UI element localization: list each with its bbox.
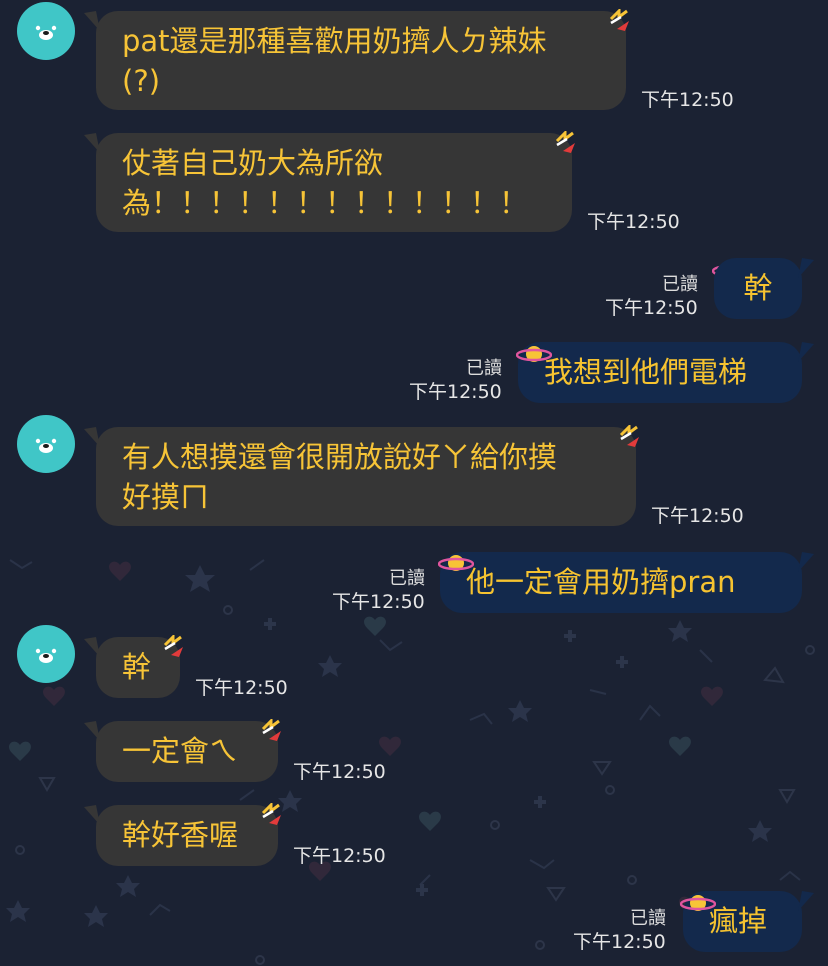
bear-face-avatar-icon <box>35 438 57 453</box>
outgoing-message-bubble[interactable]: 他一定會用奶擠pran <box>440 552 814 613</box>
bubble-tail <box>84 805 100 825</box>
message-text: 仗著自己奶大為所欲 為！！！！！！！！！！！！！ <box>122 146 529 220</box>
message-time: 下午12:50 <box>641 89 734 111</box>
incoming-message-bubble[interactable]: 有人想摸還會很開放說好ㄚ給你摸 好摸ㄇ <box>84 427 636 526</box>
bubble-tail <box>84 133 100 153</box>
outgoing-message-bubble[interactable]: 幹 <box>714 258 814 319</box>
message-time: 下午12:50 <box>293 845 386 867</box>
planet-deco-icon <box>516 346 552 362</box>
lightning-bolt-deco-icon <box>609 9 629 31</box>
incoming-message-bubble[interactable]: 幹好香喔 <box>84 805 278 866</box>
bubble-tail <box>84 637 100 657</box>
message-time: 下午12:50 <box>409 381 502 403</box>
bear-face-avatar-icon <box>35 648 57 663</box>
message-text: 有人想摸還會很開放說好ㄚ給你摸 好摸ㄇ <box>122 440 558 514</box>
message-text: 我想到他們電梯 <box>544 355 748 389</box>
contact-avatar[interactable] <box>17 415 75 473</box>
message-time: 下午12:50 <box>293 761 386 783</box>
bubble-tail <box>798 342 814 362</box>
lightning-bolt-deco-icon <box>163 635 183 657</box>
bubble-tail <box>798 891 814 911</box>
planet-deco-icon <box>438 555 474 571</box>
message-time: 下午12:50 <box>605 297 698 319</box>
contact-avatar[interactable] <box>17 625 75 683</box>
outgoing-message-bubble[interactable]: 我想到他們電梯 <box>518 342 814 403</box>
message-time: 下午12:50 <box>587 211 680 233</box>
lightning-bolt-deco-icon <box>619 425 639 447</box>
chat-room[interactable]: pat還是那種喜歡用奶擠人ㄉ辣妹 (?) 下午12:50 仗著自己奶大為所欲 為… <box>0 0 828 966</box>
bear-face-avatar-icon <box>35 25 57 40</box>
incoming-message-bubble[interactable]: pat還是那種喜歡用奶擠人ㄉ辣妹 (?) <box>84 11 626 110</box>
incoming-message-bubble[interactable]: 仗著自己奶大為所欲 為！！！！！！！！！！！！！ <box>84 133 572 232</box>
incoming-message-bubble[interactable]: 一定會ㄟ <box>84 721 278 782</box>
message-text: 一定會ㄟ <box>122 734 239 768</box>
message-time: 下午12:50 <box>195 677 288 699</box>
lightning-bolt-deco-icon <box>261 719 281 741</box>
bubble-tail <box>798 552 814 572</box>
lightning-bolt-deco-icon <box>555 131 575 153</box>
planet-deco-icon <box>680 895 716 911</box>
message-text: 幹好香喔 <box>122 818 239 852</box>
bubble-tail <box>798 258 814 278</box>
message-time: 下午12:50 <box>332 591 425 613</box>
bubble-tail <box>84 721 100 741</box>
message-time: 下午12:50 <box>573 931 666 953</box>
message-time: 下午12:50 <box>651 505 744 527</box>
message-text: pat還是那種喜歡用奶擠人ㄉ辣妹 (?) <box>122 24 547 98</box>
bubble-tail <box>84 427 100 447</box>
message-text: 他一定會用奶擠pran <box>466 565 736 599</box>
lightning-bolt-deco-icon <box>261 803 281 825</box>
bubble-tail <box>84 11 100 31</box>
contact-avatar[interactable] <box>17 2 75 60</box>
